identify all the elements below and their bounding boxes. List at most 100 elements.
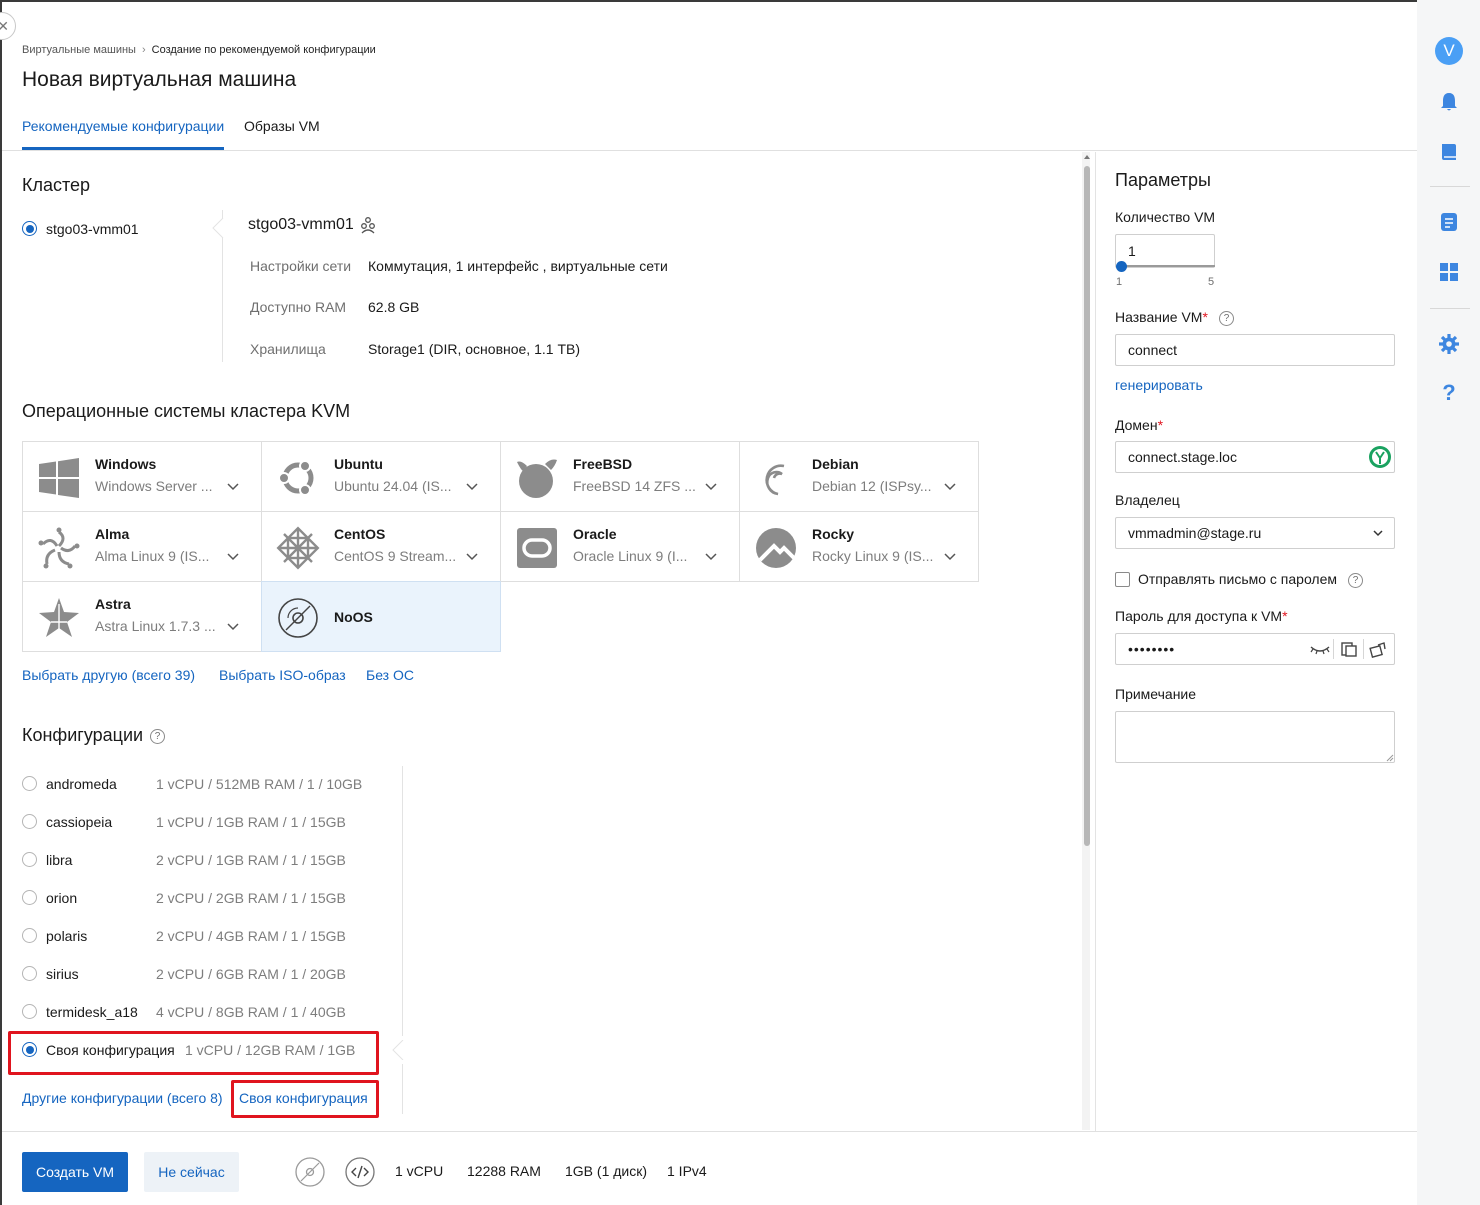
vm-count-slider-track[interactable] <box>1117 265 1215 267</box>
chevron-down-icon[interactable] <box>225 618 241 634</box>
vm-count-slider-handle[interactable] <box>1116 261 1127 272</box>
os-card-ubuntu[interactable]: Ubuntu Ubuntu 24.04 (IS... <box>261 441 501 512</box>
os-name: Oracle <box>573 526 617 542</box>
config-name[interactable]: termidesk_a18 <box>46 1004 138 1020</box>
vm-name-label: Название VM* <box>1115 309 1208 325</box>
custom-config-link[interactable]: Своя конфигурация <box>239 1090 368 1106</box>
summary-cpu: 1 vCPU <box>395 1163 444 1179</box>
os-version: Astra Linux 1.7.3 ... <box>95 618 216 634</box>
config-radio-custom[interactable] <box>22 1042 37 1057</box>
close-icon[interactable]: ✕ <box>0 12 16 40</box>
config-name[interactable]: libra <box>46 852 72 868</box>
dashboard-grid-icon[interactable] <box>1438 261 1460 283</box>
tab-recommended[interactable]: Рекомендуемые конфигурации <box>22 118 224 134</box>
breadcrumb-current: Создание по рекомендуемой конфигурации <box>151 44 376 56</box>
domain-label: Домен* <box>1115 417 1163 433</box>
os-version: Rocky Linux 9 (IS... <box>812 548 934 564</box>
owner-label: Владелец <box>1115 492 1180 508</box>
pointer-notch-icon <box>212 218 224 238</box>
os-name: Alma <box>95 526 130 542</box>
help-icon[interactable]: ? <box>150 729 165 744</box>
chevron-down-icon[interactable] <box>225 478 241 494</box>
tab-vm-images[interactable]: Образы VM <box>244 118 320 134</box>
os-card-debian[interactable]: Debian Debian 12 (ISPsy... <box>739 441 979 512</box>
book-icon[interactable] <box>1438 141 1460 163</box>
os-card-windows[interactable]: Windows Windows Server ... <box>22 441 262 512</box>
scrollbar-thumb[interactable] <box>1084 166 1090 846</box>
cluster-option-label[interactable]: stgo03-vmm01 <box>46 221 139 237</box>
config-name[interactable]: sirius <box>46 966 79 982</box>
os-card-noos[interactable]: NoOS <box>261 581 501 652</box>
scroll-up-arrow-icon[interactable] <box>1083 153 1091 161</box>
generate-name-link[interactable]: генерировать <box>1115 377 1203 393</box>
bell-icon[interactable] <box>1438 91 1460 113</box>
other-configs-link[interactable]: Другие конфигурации (всего 8) <box>22 1090 223 1106</box>
summary-ip: 1 IPv4 <box>667 1163 707 1179</box>
breadcrumb-parent[interactable]: Виртуальные машины <box>22 44 136 56</box>
os-version: Debian 12 (ISPsy... <box>812 478 932 494</box>
chevron-down-icon[interactable] <box>464 548 480 564</box>
copy-icon[interactable] <box>1340 640 1358 658</box>
os-name: Ubuntu <box>334 456 383 472</box>
gear-icon[interactable] <box>1438 333 1460 355</box>
os-version: CentOS 9 Stream... <box>334 548 456 564</box>
chevron-down-icon[interactable] <box>464 478 480 494</box>
config-radio-polaris[interactable] <box>22 928 37 943</box>
os-name: Debian <box>812 456 859 472</box>
choose-other-os-link[interactable]: Выбрать другую (всего 39) <box>22 667 195 683</box>
send-password-label[interactable]: Отправлять письмо с паролем <box>1138 571 1337 587</box>
note-textarea[interactable] <box>1115 711 1395 763</box>
not-now-button[interactable]: Не сейчас <box>144 1152 239 1192</box>
chevron-down-icon[interactable] <box>703 478 719 494</box>
window-left-border <box>0 0 2 1205</box>
chevron-down-icon[interactable] <box>942 478 958 494</box>
vm-name-input[interactable]: connect <box>1115 334 1395 366</box>
no-os-link[interactable]: Без ОС <box>366 667 414 683</box>
network-settings-key: Настройки сети <box>250 258 352 274</box>
resize-handle-icon[interactable] <box>1386 754 1394 762</box>
config-name[interactable]: polaris <box>46 928 87 944</box>
generate-password-icon[interactable] <box>1369 640 1387 658</box>
code-icon <box>345 1157 375 1187</box>
cluster-radio[interactable] <box>22 221 37 236</box>
footer-divider <box>2 1131 1417 1132</box>
choose-iso-link[interactable]: Выбрать ISO-образ <box>219 667 346 683</box>
document-list-icon[interactable] <box>1438 211 1460 233</box>
config-name[interactable]: orion <box>46 890 77 906</box>
custom-config-name[interactable]: Своя конфигурация <box>46 1042 175 1058</box>
domain-input[interactable]: connect.stage.loc <box>1115 441 1395 473</box>
os-version: Ubuntu 24.04 (IS... <box>334 478 452 494</box>
os-card-freebsd[interactable]: FreeBSD FreeBSD 14 ZFS ... <box>500 441 740 512</box>
os-card-alma[interactable]: Alma Alma Linux 9 (IS... <box>22 511 262 582</box>
config-radio-cassiopeia[interactable] <box>22 814 37 829</box>
help-icon[interactable]: ? <box>1348 573 1363 588</box>
vm-count-input[interactable]: 1 <box>1115 234 1215 268</box>
chevron-down-icon[interactable] <box>225 548 241 564</box>
os-card-rocky[interactable]: Rocky Rocky Linux 9 (IS... <box>739 511 979 582</box>
chevron-down-icon[interactable] <box>942 548 958 564</box>
avatar[interactable]: V <box>1435 37 1463 65</box>
eye-closed-icon[interactable] <box>1309 641 1331 657</box>
os-card-oracle[interactable]: Oracle Oracle Linux 9 (I... <box>500 511 740 582</box>
chevron-down-icon[interactable] <box>703 548 719 564</box>
config-radio-sirius[interactable] <box>22 966 37 981</box>
owner-select[interactable]: vmmadmin@stage.ru <box>1115 517 1395 549</box>
send-password-checkbox[interactable] <box>1115 572 1130 587</box>
config-radio-andromeda[interactable] <box>22 776 37 791</box>
config-name[interactable]: andromeda <box>46 776 117 792</box>
help-question-icon[interactable]: ? <box>1438 382 1460 404</box>
create-vm-button[interactable]: Создать VM <box>22 1152 128 1192</box>
storage-value: Storage1 (DIR, основное, 1.1 TB) <box>368 341 580 357</box>
chevron-down-icon[interactable] <box>1371 526 1385 540</box>
grammarly-icon[interactable] <box>1368 445 1392 469</box>
config-radio-termidesk[interactable] <box>22 1004 37 1019</box>
config-spec: 1 vCPU / 1GB RAM / 1 / 15GB <box>156 814 346 830</box>
os-card-centos[interactable]: CentOS CentOS 9 Stream... <box>261 511 501 582</box>
os-card-astra[interactable]: Astra Astra Linux 1.7.3 ... <box>22 581 262 652</box>
owner-select-value: vmmadmin@stage.ru <box>1128 525 1262 541</box>
config-name[interactable]: cassiopeia <box>46 814 112 830</box>
help-icon[interactable]: ? <box>1219 311 1234 326</box>
config-radio-orion[interactable] <box>22 890 37 905</box>
config-radio-libra[interactable] <box>22 852 37 867</box>
cluster-heading: Кластер <box>22 175 91 195</box>
